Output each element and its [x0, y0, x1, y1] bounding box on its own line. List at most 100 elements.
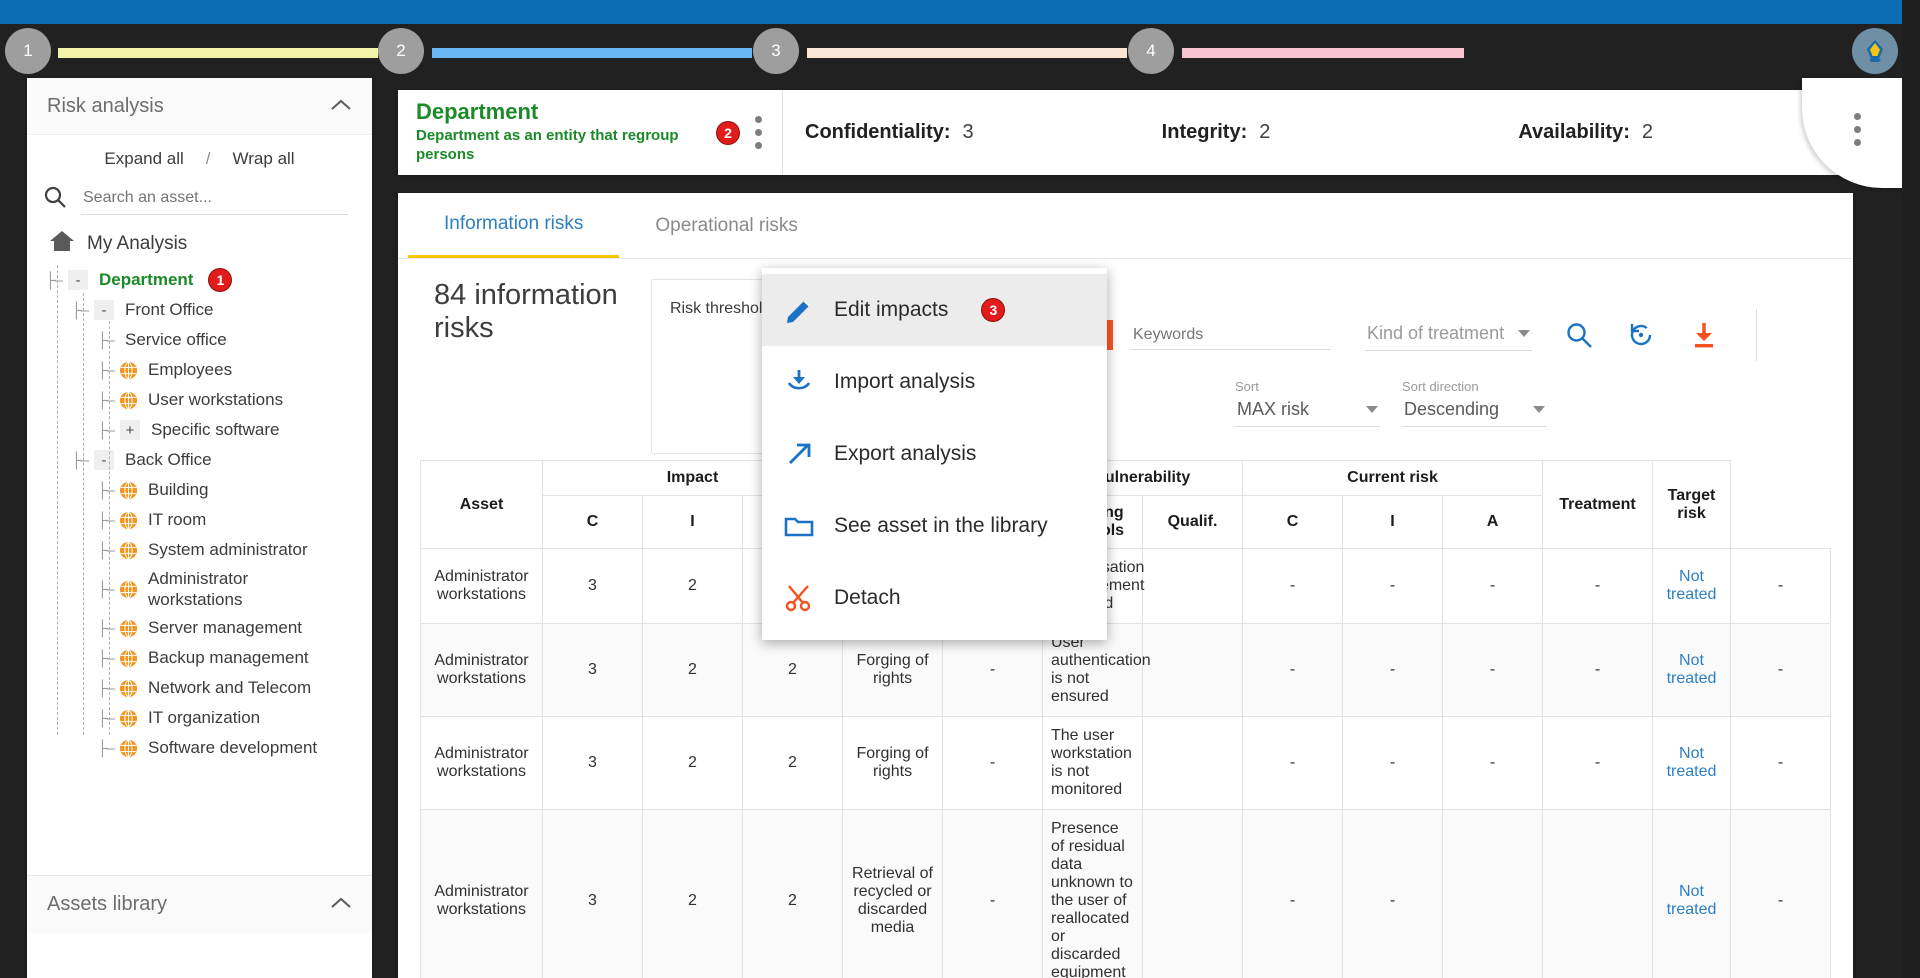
step-node-4[interactable]: 4	[1128, 28, 1174, 74]
tree-branch-connector: ├–	[97, 619, 115, 637]
assets-library-header[interactable]: Assets library	[27, 876, 372, 933]
tree-item-label: Specific software	[150, 420, 280, 439]
cell-treatment[interactable]: Not treated	[1652, 809, 1731, 978]
tree-branch-connector: ├–	[97, 391, 115, 409]
cell-treatment[interactable]: Not treated	[1652, 548, 1731, 624]
tree-item[interactable]: ├– Network and Telecom	[27, 673, 372, 703]
tab-operational-risks[interactable]: Operational risks	[619, 193, 834, 258]
context-menu-item[interactable]: See asset in the library	[762, 490, 1107, 562]
cell-risk-i: -	[1442, 623, 1543, 717]
context-menu-item[interactable]: Export analysis	[762, 418, 1107, 490]
chevron-up-icon[interactable]	[330, 95, 352, 118]
cell-treatment[interactable]: Not treated	[1652, 716, 1731, 810]
tree-collapse-toggle[interactable]: -	[93, 450, 114, 470]
context-menu-item-label: Edit impacts	[834, 298, 949, 321]
annotation-badge-1: 1	[209, 269, 232, 291]
tree-branch-connector: ├–	[45, 271, 63, 289]
tab-information-risks[interactable]: Information risks	[408, 193, 620, 258]
tree-item[interactable]: ├– Server management	[27, 613, 372, 643]
globe-asset-icon	[119, 541, 137, 559]
sort-direction-select[interactable]: Sort direction Descending	[1402, 379, 1547, 427]
context-menu-item-label: See asset in the library	[834, 514, 1048, 537]
tree-item[interactable]: ├– - Back Office	[27, 445, 372, 475]
vertical-dots-icon[interactable]	[1848, 112, 1867, 154]
tree-item[interactable]: ├– Backup management	[27, 643, 372, 673]
user-avatar-icon[interactable]	[1852, 28, 1898, 74]
tree-item[interactable]: ├– Building	[27, 475, 372, 505]
tree-branch-connector: ├–	[97, 709, 115, 727]
home-icon	[49, 229, 75, 259]
chevron-down-icon	[1533, 406, 1545, 413]
globe-asset-icon	[119, 709, 137, 727]
risk-tabs: Information risks Operational risks	[398, 193, 1853, 259]
tree-guide-line	[83, 293, 84, 735]
cell-asset: Administrator workstations	[420, 809, 543, 978]
tree-item[interactable]: ├– IT room	[27, 505, 372, 535]
download-icon[interactable]	[1690, 320, 1718, 350]
tree-item[interactable]: ├– System administrator	[27, 535, 372, 565]
tree-item[interactable]: ├– IT organization	[27, 703, 372, 733]
confidentiality-metric: Confidentiality: 3	[783, 90, 1140, 175]
keywords-input[interactable]	[1131, 320, 1331, 350]
tree-item[interactable]: ├– + Specific software	[27, 415, 372, 445]
tree-item[interactable]: ├– - Department 1	[27, 265, 372, 295]
sidebar-header[interactable]: Risk analysis	[27, 78, 372, 135]
cell-vuln-qualif: -	[1242, 623, 1343, 717]
expand-all-link[interactable]: Expand all	[104, 149, 183, 169]
annotation-badge-3: 3	[982, 299, 1005, 321]
step-node-1[interactable]: 1	[5, 28, 51, 74]
step-node-3[interactable]: 3	[753, 28, 799, 74]
search-icon[interactable]	[1564, 320, 1594, 350]
folder-icon	[784, 513, 814, 539]
context-menu-item[interactable]: Import analysis	[762, 346, 1107, 418]
tree-collapse-toggle[interactable]: -	[67, 270, 88, 290]
cell-impact-i: 2	[642, 716, 743, 810]
tree-branch-connector: ├–	[71, 451, 89, 469]
cell-risk-c: -	[1342, 548, 1443, 624]
scissors-icon	[784, 583, 814, 613]
chevron-up-icon[interactable]	[330, 893, 352, 916]
table-row[interactable]: Administrator workstations322Forging of …	[420, 548, 1831, 624]
tree-item[interactable]: ├– - Front Office	[27, 295, 372, 325]
context-menu-item-label: Import analysis	[834, 370, 976, 393]
search-icon[interactable]	[43, 185, 67, 214]
table-row[interactable]: Administrator workstations322Forging of …	[420, 716, 1831, 810]
step-node-2[interactable]: 2	[378, 28, 424, 74]
tree-item[interactable]: ├– Employees	[27, 355, 372, 385]
globe-asset-icon	[119, 511, 137, 529]
cell-threat-qualif: -	[942, 809, 1043, 978]
integrity-label: Integrity:	[1161, 121, 1248, 143]
kind-of-treatment-select[interactable]: Kind of treatment	[1365, 319, 1533, 351]
vertical-dots-icon[interactable]	[749, 116, 768, 149]
cell-asset: Administrator workstations	[420, 548, 543, 624]
th-risk-i: I	[1342, 495, 1443, 549]
cell-risk-i: -	[1442, 548, 1543, 624]
import-download-icon	[784, 367, 814, 397]
search-input[interactable]	[81, 183, 348, 215]
th-risk-a: A	[1442, 495, 1543, 549]
table-row[interactable]: Administrator workstations 3 2 2 Retrieval o…	[420, 809, 1831, 978]
tree-expand-toggle[interactable]: +	[119, 420, 140, 440]
context-menu-item[interactable]: Detach	[762, 562, 1107, 634]
tree-item[interactable]: ├– Software development	[27, 733, 372, 763]
sort-select[interactable]: Sort MAX risk	[1235, 379, 1380, 427]
cell-impact-a: 2	[742, 716, 843, 810]
context-menu-item[interactable]: Edit impacts 3	[762, 274, 1107, 346]
tree-item[interactable]: ├– Administrator workstations	[27, 565, 372, 613]
tree-root-item[interactable]: My Analysis	[27, 229, 372, 265]
cell-risk-i: -	[1442, 716, 1543, 810]
cell-existing-controls	[1142, 548, 1243, 624]
tree-guide-line	[109, 321, 110, 735]
tree-item[interactable]: ├– User workstations	[27, 385, 372, 415]
wrap-all-link[interactable]: Wrap all	[233, 149, 295, 169]
restore-history-icon[interactable]	[1626, 320, 1658, 350]
cell-threat-label: Forging of rights	[842, 716, 943, 810]
cell-treatment[interactable]: Not treated	[1652, 623, 1731, 717]
tree-collapse-toggle[interactable]: -	[93, 300, 114, 320]
table-row[interactable]: Administrator workstations322Forging of …	[420, 623, 1831, 717]
step-track-1	[58, 48, 378, 58]
tree-item[interactable]: ├– Service office	[27, 325, 372, 355]
tree-item-label: Software development	[147, 738, 318, 757]
page-body: Risk analysis Expand all / Wrap all Sear…	[0, 78, 1920, 978]
cell-risk-c: -	[1342, 716, 1443, 810]
